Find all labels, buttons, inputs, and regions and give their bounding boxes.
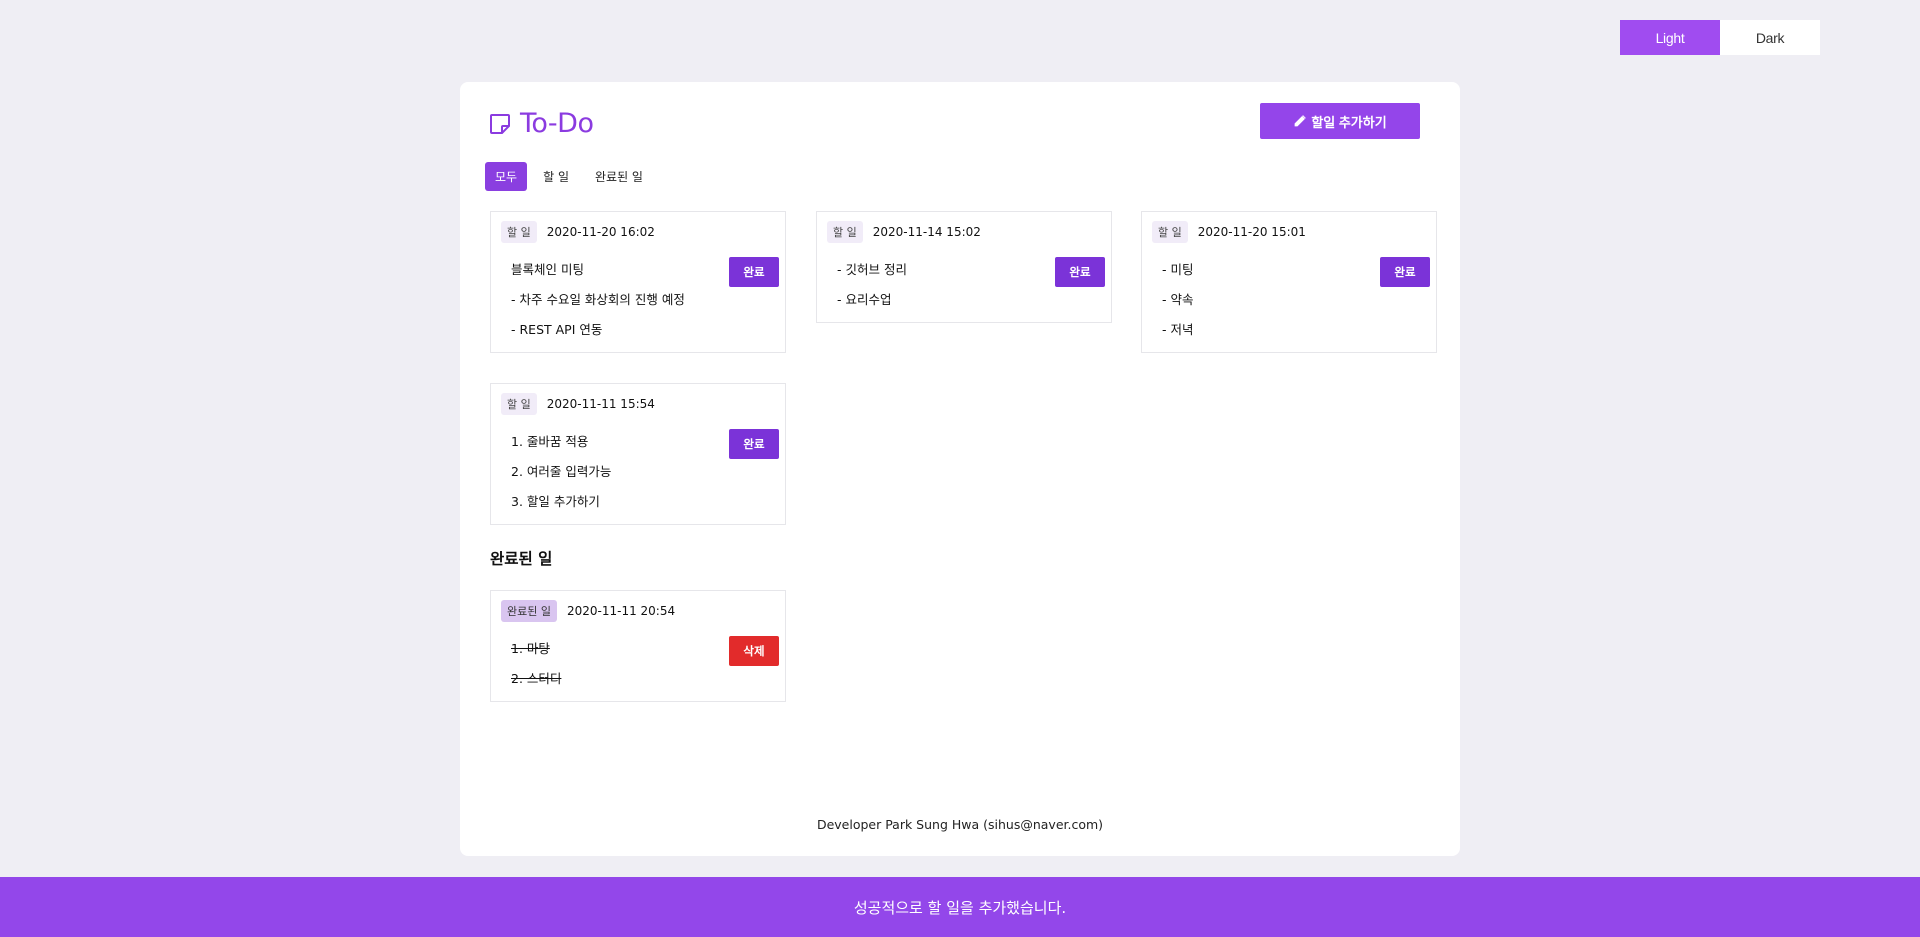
todo-line: - 약속	[1162, 292, 1194, 307]
pencil-icon	[1294, 114, 1307, 126]
todo-date: 2020-11-11 15:54	[546, 397, 655, 411]
todo-panel: To-Do 할일 추가하기 모두 할 일 완료된 일 할 일 2020-11-2…	[460, 82, 1460, 856]
complete-button[interactable]: 완료	[1055, 257, 1105, 287]
add-todo-button[interactable]: 할일 추가하기	[1260, 103, 1420, 139]
todo-line: - REST API 연동	[511, 322, 603, 337]
light-theme-button[interactable]: Light	[1620, 20, 1720, 55]
todo-content: - 미팅 - 약속 - 저녁	[1162, 262, 1193, 352]
tab-todo[interactable]: 할 일	[533, 162, 579, 191]
todo-line: 2. 스터디	[511, 671, 562, 686]
todo-date: 2020-11-20 16:02	[546, 225, 655, 239]
status-badge: 할 일	[827, 221, 863, 243]
todo-card: 할 일 2020-11-11 15:54 1. 줄바꿈 적용 2. 여러줄 입력…	[490, 383, 786, 525]
todo-card: 할 일 2020-11-14 15:02 - 깃허브 정리 - 요리수업 완료	[816, 211, 1112, 323]
status-badge: 완료된 일	[501, 600, 557, 622]
developer-credit: Developer Park Sung Hwa (sihus@naver.com…	[816, 817, 1104, 832]
todo-content: 블록체인 미팅 - 차주 수요일 화상회의 진행 예정 - REST API 연…	[511, 262, 685, 352]
todo-date: 2020-11-14 15:02	[872, 225, 981, 239]
completed-section-title: 완료된 일	[490, 550, 553, 568]
page-title: To-Do	[520, 108, 594, 139]
done-card: 완료된 일 2020-11-11 20:54 1. 마탕 2. 스터디 삭제	[490, 590, 786, 702]
todo-card: 할 일 2020-11-20 16:02 블록체인 미팅 - 차주 수요일 화상…	[490, 211, 786, 353]
status-badge: 할 일	[1152, 221, 1188, 243]
status-badge: 할 일	[501, 393, 537, 415]
todo-card: 할 일 2020-11-20 15:01 - 미팅 - 약속 - 저녁 완료	[1141, 211, 1437, 353]
tab-all[interactable]: 모두	[485, 162, 528, 191]
todo-content: - 깃허브 정리 - 요리수업	[837, 262, 907, 322]
toast-message: 성공적으로 할 일을 추가했습니다.	[853, 898, 1067, 917]
delete-button[interactable]: 삭제	[729, 636, 779, 666]
add-todo-label: 할일 추가하기	[1311, 114, 1387, 130]
sticky-note-icon	[490, 113, 510, 134]
app-logo: To-Do	[488, 108, 594, 139]
todo-line: 2. 여러줄 입력가능	[511, 464, 612, 479]
todo-line: 1. 마탕	[511, 641, 550, 656]
complete-button[interactable]: 완료	[729, 429, 779, 459]
theme-toggle: Light Dark	[1620, 20, 1820, 55]
todo-line: - 깃허브 정리	[837, 262, 907, 277]
dark-theme-button[interactable]: Dark	[1720, 20, 1820, 55]
todo-date: 2020-11-11 20:54	[566, 604, 676, 618]
tab-completed[interactable]: 완료된 일	[585, 162, 653, 191]
todo-date: 2020-11-20 15:01	[1197, 225, 1306, 239]
todo-line: - 요리수업	[837, 292, 892, 307]
todo-line: - 차주 수요일 화상회의 진행 예정	[511, 292, 685, 307]
todo-line: - 저녁	[1162, 322, 1194, 337]
filter-tabs: 모두 할 일 완료된 일	[485, 162, 653, 191]
todo-line: - 미팅	[1162, 262, 1194, 277]
toast-notification: 성공적으로 할 일을 추가했습니다.	[0, 877, 1920, 937]
todo-line: 3. 할일 추가하기	[511, 494, 600, 509]
todo-content: 1. 줄바꿈 적용 2. 여러줄 입력가능 3. 할일 추가하기	[511, 434, 611, 524]
todo-content: 1. 마탕 2. 스터디	[511, 641, 561, 701]
todo-line: 1. 줄바꿈 적용	[511, 434, 589, 449]
complete-button[interactable]: 완료	[1380, 257, 1430, 287]
status-badge: 할 일	[501, 221, 537, 243]
complete-button[interactable]: 완료	[729, 257, 779, 287]
todo-line: 블록체인 미팅	[511, 262, 584, 277]
